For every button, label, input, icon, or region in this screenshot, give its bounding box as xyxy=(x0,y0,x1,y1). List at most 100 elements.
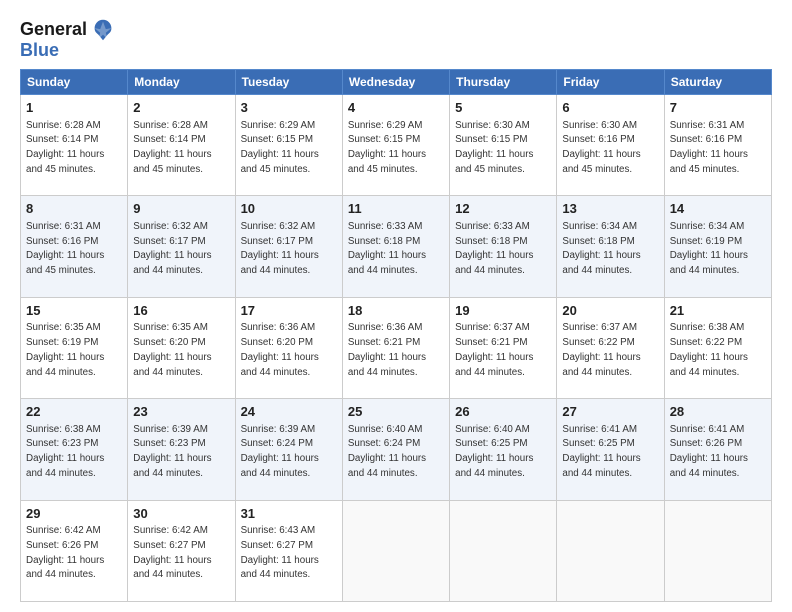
calendar-cell xyxy=(450,500,557,601)
day-number: 24 xyxy=(241,403,337,421)
cell-info: Sunrise: 6:41 AMSunset: 6:26 PMDaylight:… xyxy=(670,424,748,479)
calendar-cell: 28 Sunrise: 6:41 AMSunset: 6:26 PMDaylig… xyxy=(664,399,771,500)
day-number: 16 xyxy=(133,302,229,320)
cell-info: Sunrise: 6:33 AMSunset: 6:18 PMDaylight:… xyxy=(455,221,533,276)
calendar-cell: 12 Sunrise: 6:33 AMSunset: 6:18 PMDaylig… xyxy=(450,196,557,297)
cell-info: Sunrise: 6:35 AMSunset: 6:20 PMDaylight:… xyxy=(133,322,211,377)
calendar-cell: 31 Sunrise: 6:43 AMSunset: 6:27 PMDaylig… xyxy=(235,500,342,601)
day-number: 9 xyxy=(133,200,229,218)
day-number: 7 xyxy=(670,99,766,117)
cell-info: Sunrise: 6:40 AMSunset: 6:24 PMDaylight:… xyxy=(348,424,426,479)
calendar-cell: 1 Sunrise: 6:28 AMSunset: 6:14 PMDayligh… xyxy=(21,95,128,196)
day-number: 18 xyxy=(348,302,444,320)
day-number: 1 xyxy=(26,99,122,117)
calendar-cell: 27 Sunrise: 6:41 AMSunset: 6:25 PMDaylig… xyxy=(557,399,664,500)
dow-header-tuesday: Tuesday xyxy=(235,70,342,95)
dow-header-sunday: Sunday xyxy=(21,70,128,95)
cell-info: Sunrise: 6:31 AMSunset: 6:16 PMDaylight:… xyxy=(26,221,104,276)
cell-info: Sunrise: 6:39 AMSunset: 6:24 PMDaylight:… xyxy=(241,424,319,479)
week-row-3: 15 Sunrise: 6:35 AMSunset: 6:19 PMDaylig… xyxy=(21,297,772,398)
cell-info: Sunrise: 6:32 AMSunset: 6:17 PMDaylight:… xyxy=(133,221,211,276)
logo: General Blue xyxy=(20,16,117,61)
week-row-5: 29 Sunrise: 6:42 AMSunset: 6:26 PMDaylig… xyxy=(21,500,772,601)
header: General Blue xyxy=(20,16,772,61)
day-number: 25 xyxy=(348,403,444,421)
calendar-cell: 14 Sunrise: 6:34 AMSunset: 6:19 PMDaylig… xyxy=(664,196,771,297)
calendar-cell: 17 Sunrise: 6:36 AMSunset: 6:20 PMDaylig… xyxy=(235,297,342,398)
dow-header-monday: Monday xyxy=(128,70,235,95)
day-of-week-row: SundayMondayTuesdayWednesdayThursdayFrid… xyxy=(21,70,772,95)
cell-info: Sunrise: 6:38 AMSunset: 6:23 PMDaylight:… xyxy=(26,424,104,479)
calendar-cell: 7 Sunrise: 6:31 AMSunset: 6:16 PMDayligh… xyxy=(664,95,771,196)
week-row-4: 22 Sunrise: 6:38 AMSunset: 6:23 PMDaylig… xyxy=(21,399,772,500)
calendar-cell: 23 Sunrise: 6:39 AMSunset: 6:23 PMDaylig… xyxy=(128,399,235,500)
day-number: 19 xyxy=(455,302,551,320)
calendar-cell xyxy=(342,500,449,601)
cell-info: Sunrise: 6:40 AMSunset: 6:25 PMDaylight:… xyxy=(455,424,533,479)
calendar-table: SundayMondayTuesdayWednesdayThursdayFrid… xyxy=(20,69,772,602)
calendar-cell: 21 Sunrise: 6:38 AMSunset: 6:22 PMDaylig… xyxy=(664,297,771,398)
day-number: 12 xyxy=(455,200,551,218)
day-number: 30 xyxy=(133,505,229,523)
calendar-cell: 19 Sunrise: 6:37 AMSunset: 6:21 PMDaylig… xyxy=(450,297,557,398)
day-number: 28 xyxy=(670,403,766,421)
day-number: 27 xyxy=(562,403,658,421)
cell-info: Sunrise: 6:28 AMSunset: 6:14 PMDaylight:… xyxy=(133,120,211,175)
cell-info: Sunrise: 6:42 AMSunset: 6:27 PMDaylight:… xyxy=(133,525,211,580)
day-number: 5 xyxy=(455,99,551,117)
calendar-cell: 15 Sunrise: 6:35 AMSunset: 6:19 PMDaylig… xyxy=(21,297,128,398)
calendar-cell: 6 Sunrise: 6:30 AMSunset: 6:16 PMDayligh… xyxy=(557,95,664,196)
day-number: 6 xyxy=(562,99,658,117)
cell-info: Sunrise: 6:32 AMSunset: 6:17 PMDaylight:… xyxy=(241,221,319,276)
cell-info: Sunrise: 6:43 AMSunset: 6:27 PMDaylight:… xyxy=(241,525,319,580)
dow-header-saturday: Saturday xyxy=(664,70,771,95)
calendar-cell: 20 Sunrise: 6:37 AMSunset: 6:22 PMDaylig… xyxy=(557,297,664,398)
calendar-cell xyxy=(664,500,771,601)
calendar-cell: 22 Sunrise: 6:38 AMSunset: 6:23 PMDaylig… xyxy=(21,399,128,500)
cell-info: Sunrise: 6:30 AMSunset: 6:16 PMDaylight:… xyxy=(562,120,640,175)
cell-info: Sunrise: 6:29 AMSunset: 6:15 PMDaylight:… xyxy=(241,120,319,175)
cell-info: Sunrise: 6:36 AMSunset: 6:21 PMDaylight:… xyxy=(348,322,426,377)
cell-info: Sunrise: 6:35 AMSunset: 6:19 PMDaylight:… xyxy=(26,322,104,377)
calendar-cell: 8 Sunrise: 6:31 AMSunset: 6:16 PMDayligh… xyxy=(21,196,128,297)
day-number: 13 xyxy=(562,200,658,218)
day-number: 3 xyxy=(241,99,337,117)
cell-info: Sunrise: 6:33 AMSunset: 6:18 PMDaylight:… xyxy=(348,221,426,276)
calendar-cell: 2 Sunrise: 6:28 AMSunset: 6:14 PMDayligh… xyxy=(128,95,235,196)
calendar-cell: 9 Sunrise: 6:32 AMSunset: 6:17 PMDayligh… xyxy=(128,196,235,297)
day-number: 29 xyxy=(26,505,122,523)
day-number: 14 xyxy=(670,200,766,218)
logo-text: General xyxy=(20,20,87,40)
calendar-cell: 25 Sunrise: 6:40 AMSunset: 6:24 PMDaylig… xyxy=(342,399,449,500)
calendar-cell: 30 Sunrise: 6:42 AMSunset: 6:27 PMDaylig… xyxy=(128,500,235,601)
day-number: 8 xyxy=(26,200,122,218)
calendar-cell xyxy=(557,500,664,601)
day-number: 22 xyxy=(26,403,122,421)
cell-info: Sunrise: 6:31 AMSunset: 6:16 PMDaylight:… xyxy=(670,120,748,175)
day-number: 2 xyxy=(133,99,229,117)
dow-header-wednesday: Wednesday xyxy=(342,70,449,95)
page: General Blue SundayMondayTuesdayWednesda… xyxy=(0,0,792,612)
dow-header-thursday: Thursday xyxy=(450,70,557,95)
calendar-cell: 5 Sunrise: 6:30 AMSunset: 6:15 PMDayligh… xyxy=(450,95,557,196)
calendar-cell: 16 Sunrise: 6:35 AMSunset: 6:20 PMDaylig… xyxy=(128,297,235,398)
dow-header-friday: Friday xyxy=(557,70,664,95)
cell-info: Sunrise: 6:39 AMSunset: 6:23 PMDaylight:… xyxy=(133,424,211,479)
day-number: 23 xyxy=(133,403,229,421)
cell-info: Sunrise: 6:42 AMSunset: 6:26 PMDaylight:… xyxy=(26,525,104,580)
cell-info: Sunrise: 6:38 AMSunset: 6:22 PMDaylight:… xyxy=(670,322,748,377)
cell-info: Sunrise: 6:36 AMSunset: 6:20 PMDaylight:… xyxy=(241,322,319,377)
week-row-1: 1 Sunrise: 6:28 AMSunset: 6:14 PMDayligh… xyxy=(21,95,772,196)
calendar-cell: 13 Sunrise: 6:34 AMSunset: 6:18 PMDaylig… xyxy=(557,196,664,297)
week-row-2: 8 Sunrise: 6:31 AMSunset: 6:16 PMDayligh… xyxy=(21,196,772,297)
cell-info: Sunrise: 6:34 AMSunset: 6:19 PMDaylight:… xyxy=(670,221,748,276)
logo-icon xyxy=(89,16,117,44)
cell-info: Sunrise: 6:37 AMSunset: 6:21 PMDaylight:… xyxy=(455,322,533,377)
day-number: 11 xyxy=(348,200,444,218)
day-number: 26 xyxy=(455,403,551,421)
cell-info: Sunrise: 6:37 AMSunset: 6:22 PMDaylight:… xyxy=(562,322,640,377)
cell-info: Sunrise: 6:30 AMSunset: 6:15 PMDaylight:… xyxy=(455,120,533,175)
cell-info: Sunrise: 6:28 AMSunset: 6:14 PMDaylight:… xyxy=(26,120,104,175)
cell-info: Sunrise: 6:29 AMSunset: 6:15 PMDaylight:… xyxy=(348,120,426,175)
calendar-cell: 3 Sunrise: 6:29 AMSunset: 6:15 PMDayligh… xyxy=(235,95,342,196)
